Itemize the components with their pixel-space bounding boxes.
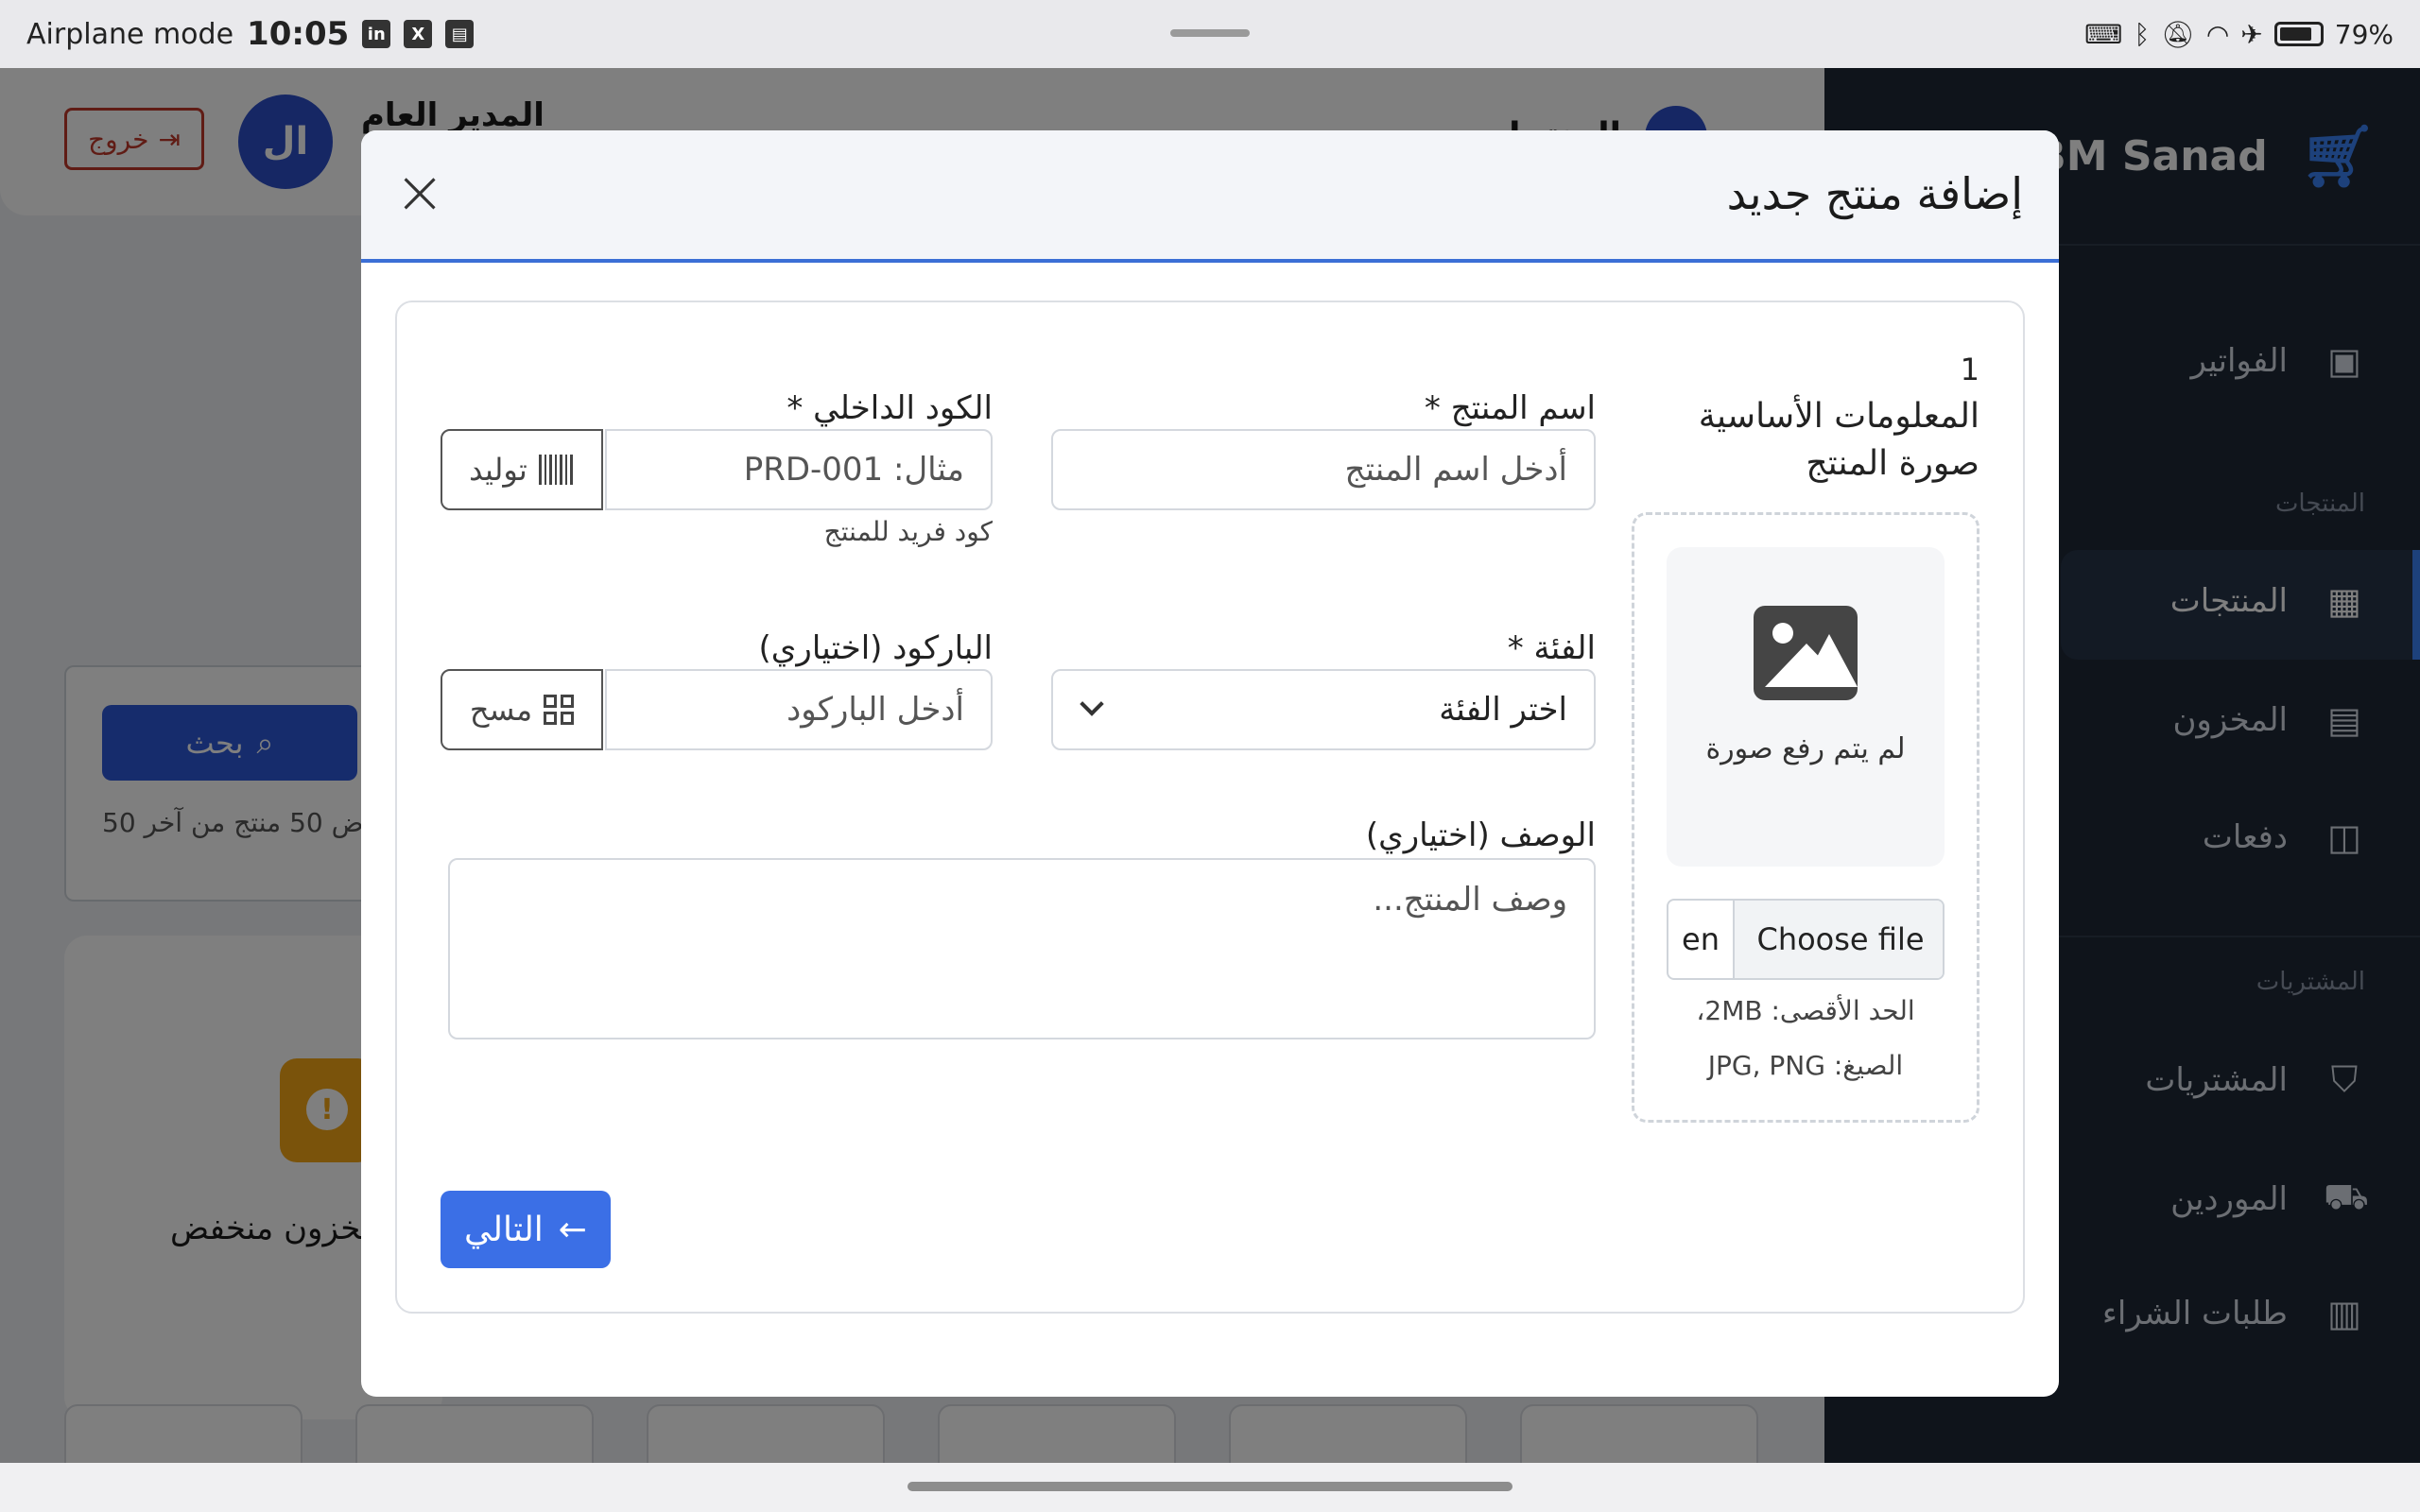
category-select[interactable]: اختر الفئة [1051,669,1596,750]
x-icon: X [404,20,433,48]
barcode-icon [538,455,575,485]
description-textarea[interactable]: وصف المنتج... [448,858,1596,1040]
qr-code-icon [544,695,575,725]
status-bar-right: ⌨ ᛒ 🔕︎ ◠ ✈ 79% [2084,19,2394,50]
arrow-left-icon: ← [558,1210,587,1249]
image-preview: لم يتم رفع صورة [1667,547,1945,867]
next-label: التالي [464,1210,544,1249]
airplane-mode-label: Airplane mode [26,17,234,51]
scan-barcode-button[interactable]: مسح [441,669,603,750]
image-icon [1754,606,1858,700]
status-bar: Airplane mode 10:05 in X ▤ ⌨ ᛒ 🔕︎ ◠ ✈ 79… [0,0,2420,68]
clock: 10:05 [247,15,350,53]
product-name-input[interactable]: أدخل اسم المنتج [1051,429,1596,510]
modal-title: إضافة منتج جديد [1726,168,2023,219]
navigation-bar [0,1463,2420,1512]
file-name: en [1682,921,1720,957]
add-product-modal: إضافة منتج جديد × 1 المعلومات الأساسية ص… [361,130,2059,1397]
mute-icon: 🔕︎ [2161,18,2195,50]
step-title: المعلومات الأساسية [1698,397,1979,436]
description-label: الوصف (اختياري) [1365,816,1596,854]
category-selected: اختر الفئة [1439,691,1567,729]
no-image-text: لم يتم رفع صورة [1705,732,1906,765]
chevron-down-icon [1080,692,1104,716]
generate-code-button[interactable]: توليد [441,429,603,510]
scan-label: مسح [469,692,533,728]
category-label: الفئة * [1507,629,1596,667]
keyboard-icon: ⌨ [2084,18,2123,50]
next-button[interactable]: التالي ← [441,1191,611,1268]
barcode-label: الباركود (اختياري) [758,629,993,667]
image-upload-zone[interactable]: لم يتم رفع صورة en Choose file الحد الأق… [1632,512,1979,1123]
choose-file-button[interactable]: Choose file [1733,901,1943,978]
step-card: 1 المعلومات الأساسية صورة المنتج لم يتم … [395,301,2025,1314]
formats-hint: الصيغ: JPG, PNG [1707,1050,1904,1081]
home-gesture-handle[interactable] [908,1482,1512,1491]
wifi-icon: ◠ [2205,18,2230,50]
internal-code-input[interactable]: مثال: PRD-001 [605,429,993,510]
close-icon[interactable]: × [389,163,450,225]
max-size-hint: الحد الأقصى: 2MB، [1696,995,1915,1026]
internal-code-help: كود فريد للمنتج [823,516,993,547]
linkedin-icon: in [362,20,391,48]
battery-level: 79% [2334,18,2394,50]
image-section-label: صورة المنتج [1806,444,1979,483]
battery-icon [2273,22,2324,46]
airplane-icon: ✈ [2240,18,2263,50]
status-bar-left: Airplane mode 10:05 in X ▤ [26,15,475,53]
generate-label: توليد [469,452,527,488]
barcode-input[interactable]: أدخل الباركود [605,669,993,750]
status-bar-handle[interactable] [1170,29,1250,37]
bluetooth-icon: ᛒ [2134,18,2151,50]
modal-header: إضافة منتج جديد × [361,130,2059,263]
file-input[interactable]: en Choose file [1667,899,1945,980]
pdf-icon: ▤ [445,20,475,48]
internal-code-label: الكود الداخلي * [786,389,993,427]
product-name-label: اسم المنتج * [1424,389,1596,427]
step-number: 1 [1960,352,1979,387]
